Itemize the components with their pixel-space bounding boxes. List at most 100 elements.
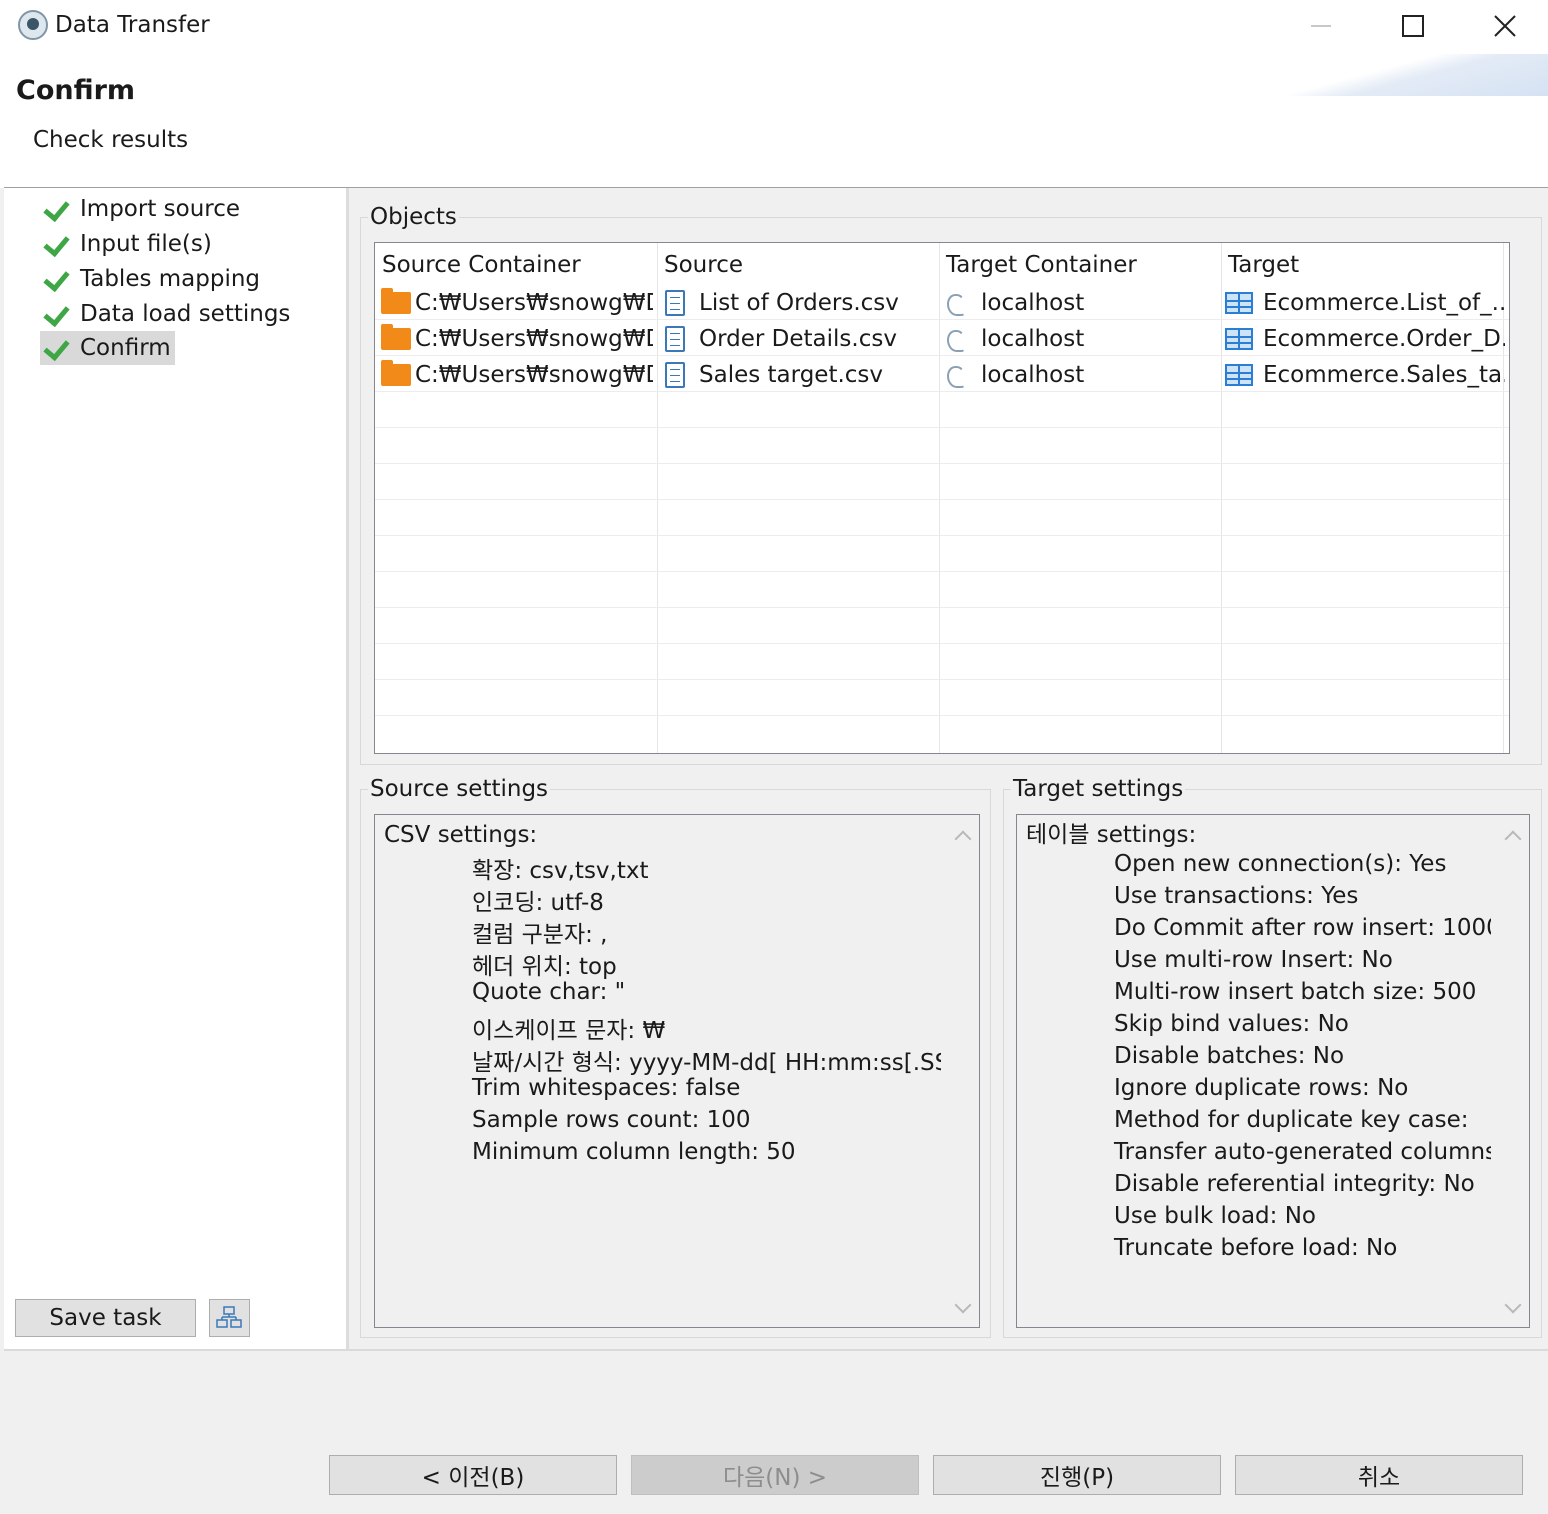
objects-group-label: Objects (368, 204, 459, 230)
minimize-icon (1311, 25, 1331, 27)
source-settings-text[interactable]: CSV settings: 확장: csv,tsv,txt 인코딩: utf-8… (374, 814, 980, 1328)
table-row-target-container[interactable]: localhost (941, 285, 1217, 321)
check-icon (44, 232, 74, 256)
database-icon (943, 290, 971, 316)
file-icon (665, 362, 685, 388)
nav-item-tables-mapping[interactable]: Tables mapping (40, 262, 264, 296)
nav-item-data-load-settings[interactable]: Data load settings (40, 297, 294, 331)
next-button[interactable]: 다음(N) > (631, 1455, 919, 1495)
table-row-source-container[interactable]: C:₩Users₩snowg₩D... (381, 321, 653, 357)
app-icon (18, 10, 48, 40)
settings-heading: 테이블 settings: (1026, 822, 1197, 848)
settings-line: Ignore duplicate rows: No (1114, 1075, 1409, 1101)
objects-table[interactable]: Source Container Source Target Container… (374, 242, 1510, 754)
cell-text: localhost (981, 290, 1085, 316)
table-row-source[interactable]: Sales target.csv (661, 357, 935, 393)
table-row-target[interactable]: Ecommerce.Sales_ta... (1223, 357, 1505, 393)
footer-divider (4, 1349, 1548, 1351)
settings-line: Use bulk load: No (1114, 1203, 1316, 1229)
nav-item-import-source[interactable]: Import source (40, 192, 244, 226)
settings-line: Method for duplicate key case: (1114, 1107, 1469, 1133)
table-row-target-container[interactable]: localhost (941, 321, 1217, 357)
scroll-down-icon[interactable] (954, 1296, 972, 1314)
cell-text: C:₩Users₩snowg₩D... (415, 362, 653, 388)
settings-heading: CSV settings: (384, 822, 538, 848)
nav-item-label: Import source (80, 196, 241, 222)
settings-line: 확장: csv,tsv,txt (472, 858, 649, 884)
settings-line: Transfer auto-generated columns: Yes (1114, 1139, 1491, 1165)
panel-splitter[interactable] (346, 188, 349, 1349)
settings-line: Quote char: " (472, 979, 626, 1005)
close-button[interactable] (1459, 0, 1548, 52)
table-row-target[interactable]: Ecommerce.List_of_... (1223, 285, 1505, 321)
settings-line: Sample rows count: 100 (472, 1107, 751, 1133)
nav-item-confirm[interactable]: Confirm (40, 331, 175, 365)
cell-text: List of Orders.csv (699, 290, 899, 316)
close-icon (1494, 15, 1516, 37)
settings-line: Do Commit after row insert: 10000 (1114, 915, 1491, 941)
file-icon (665, 290, 685, 316)
check-icon (44, 302, 74, 326)
settings-line: Use transactions: Yes (1114, 883, 1359, 909)
column-header-target[interactable]: Target (1221, 243, 1299, 287)
task-organize-button[interactable] (209, 1299, 250, 1337)
maximize-icon (1402, 15, 1424, 37)
target-settings-text[interactable]: 테이블 settings: Open new connection(s): Ye… (1016, 814, 1530, 1328)
table-row-target[interactable]: Ecommerce.Order_D... (1223, 321, 1505, 357)
cell-text: localhost (981, 362, 1085, 388)
table-icon (1225, 364, 1253, 386)
window-title: Data Transfer (55, 12, 210, 38)
table-icon (1225, 292, 1253, 314)
row-divider (375, 427, 1509, 428)
nav-item-label: Tables mapping (80, 266, 261, 292)
row-divider (375, 463, 1509, 464)
table-row-source-container[interactable]: C:₩Users₩snowg₩D... (381, 357, 653, 393)
source-settings-content: CSV settings: 확장: csv,tsv,txt 인코딩: utf-8… (375, 815, 941, 1327)
nav-item-label: Confirm (80, 335, 171, 361)
settings-line: Skip bind values: No (1114, 1011, 1349, 1037)
settings-line: Disable referential integrity: No (1114, 1171, 1475, 1197)
scroll-down-icon[interactable] (1504, 1296, 1522, 1314)
table-row-source[interactable]: List of Orders.csv (661, 285, 935, 321)
settings-line: 인코딩: utf-8 (472, 890, 604, 916)
scroll-up-icon[interactable] (1504, 830, 1522, 848)
back-button[interactable]: < 이전(B) (329, 1455, 617, 1495)
target-settings-content: 테이블 settings: Open new connection(s): Ye… (1017, 815, 1491, 1327)
column-header-source-container[interactable]: Source Container (375, 243, 581, 287)
target-settings-label: Target settings (1011, 776, 1186, 802)
save-task-button[interactable]: Save task (15, 1299, 196, 1337)
header-decoration (1260, 54, 1548, 96)
row-divider (375, 499, 1509, 500)
table-icon (1225, 328, 1253, 350)
nav-item-label: Input file(s) (80, 231, 212, 257)
row-divider (375, 643, 1509, 644)
row-divider (375, 607, 1509, 608)
table-row-target-container[interactable]: localhost (941, 357, 1217, 393)
settings-line: Multi-row insert batch size: 500 (1114, 979, 1477, 1005)
cell-text: Order Details.csv (699, 326, 897, 352)
scroll-up-icon[interactable] (954, 830, 972, 848)
wizard-nav: Import source Input file(s) Tables mappi… (4, 188, 346, 1349)
proceed-button[interactable]: 진행(P) (933, 1455, 1221, 1495)
row-divider (375, 679, 1509, 680)
table-row-source[interactable]: Order Details.csv (661, 321, 935, 357)
minimize-button[interactable] (1275, 0, 1367, 52)
cancel-button[interactable]: 취소 (1235, 1455, 1523, 1495)
nav-item-input-files[interactable]: Input file(s) (40, 227, 216, 261)
settings-line: 이스케이프 문자: ₩ (472, 1018, 666, 1044)
database-icon (943, 362, 971, 388)
settings-line: Disable batches: No (1114, 1043, 1345, 1069)
row-divider (375, 715, 1509, 716)
maximize-button[interactable] (1367, 0, 1459, 52)
check-icon (44, 336, 74, 360)
folder-icon (381, 288, 411, 314)
check-icon (44, 197, 74, 221)
column-header-target-container[interactable]: Target Container (939, 243, 1137, 287)
folder-icon (381, 360, 411, 386)
column-header-source[interactable]: Source (657, 243, 743, 287)
settings-line: Trim whitespaces: false (472, 1075, 741, 1101)
cell-text: localhost (981, 326, 1085, 352)
table-row-source-container[interactable]: C:₩Users₩snowg₩D... (381, 285, 653, 321)
cell-text: Ecommerce.List_of_... (1263, 290, 1505, 316)
folder-icon (381, 324, 411, 350)
